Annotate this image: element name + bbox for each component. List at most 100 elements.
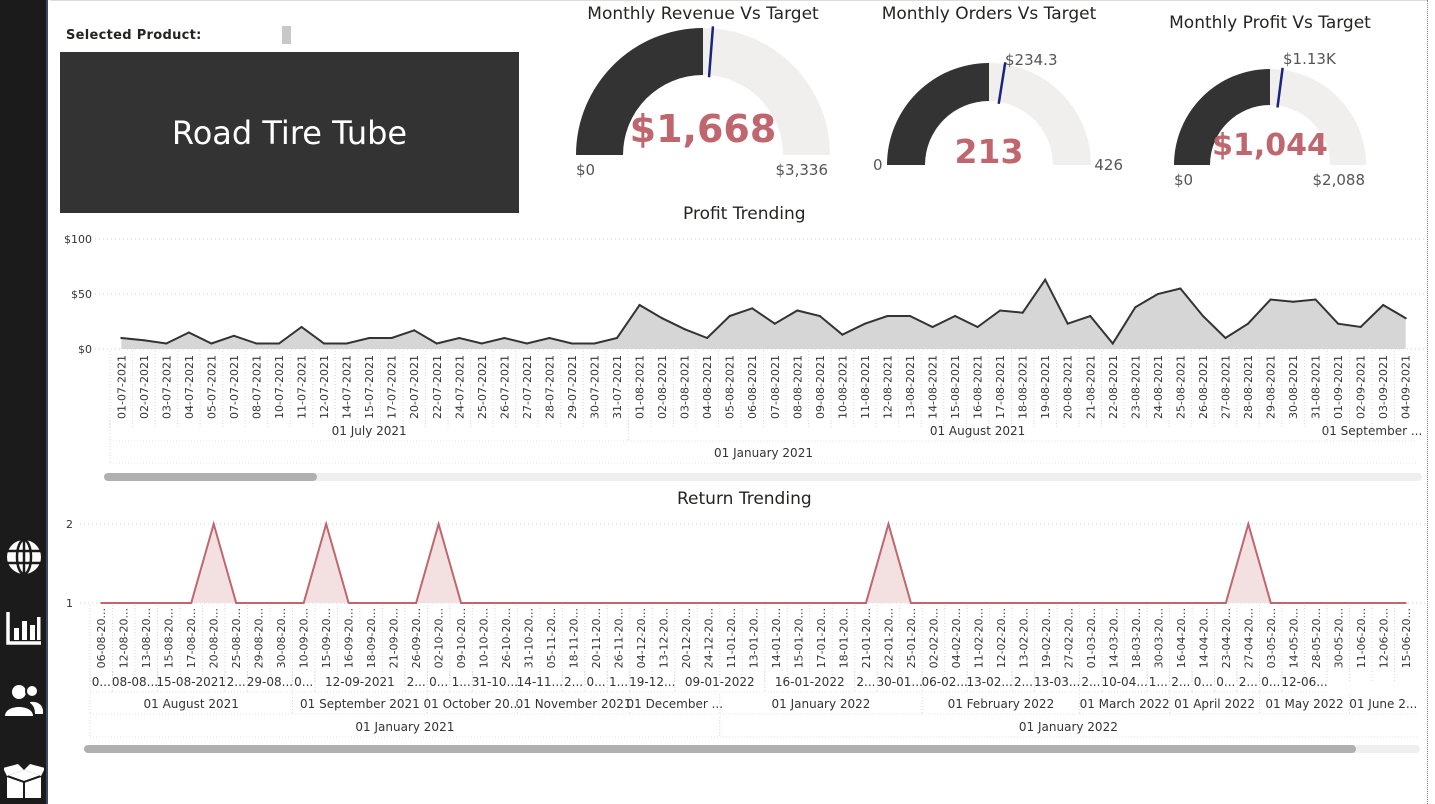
data-point	[302, 602, 305, 604]
data-point	[730, 602, 733, 604]
slicer-dropdown-handle[interactable]	[282, 26, 291, 44]
return-trending-title: Return Trending	[677, 489, 812, 509]
x-tick-label: 12-02-20...	[995, 608, 1008, 668]
data-point	[1202, 602, 1205, 604]
y-tick-label: 1	[66, 597, 73, 610]
data-point	[370, 602, 373, 604]
profit-gauge[interactable]: Monthly Profit Vs Target $1,044 $0 $2,08…	[1155, 0, 1420, 195]
x-tick-label: 20-07-2021	[408, 355, 421, 419]
x-group-label: 0...	[1194, 675, 1213, 689]
x-group-label: 2...	[564, 675, 583, 689]
x-tick-label: 12-07-2021	[318, 355, 331, 419]
data-point	[1246, 322, 1249, 325]
profit-chart-scroll-thumb[interactable]	[104, 473, 317, 481]
x-group-label: 2...	[1014, 675, 1033, 689]
box-icon[interactable]	[4, 762, 44, 802]
data-point	[345, 342, 348, 345]
gauge-max-label: 426	[1094, 156, 1123, 174]
data-point	[458, 337, 461, 339]
x-tick-label: 06-08-20...	[95, 608, 108, 668]
x-tick-label: 12-06-20...	[1377, 608, 1390, 668]
x-tick-label: 18-11-20...	[568, 608, 581, 668]
y-tick-label: $100	[64, 233, 92, 246]
return-trending-chart[interactable]: 1206-08-20... 12-08-20... 13-08-20... 15-08…	[50, 510, 1425, 742]
gauge-value: 213	[955, 132, 1024, 171]
x-group-label: 0...	[1261, 675, 1280, 689]
x-tick-label: 15-06-20...	[1400, 608, 1413, 668]
data-point	[482, 602, 485, 604]
x-tick-label: 15-09-20...	[320, 608, 333, 668]
x-tick-label: 14-01-20...	[770, 608, 783, 668]
data-point	[142, 339, 145, 342]
x-group-label: 01 April 2022	[1174, 697, 1255, 711]
x-tick-label: 20-12-20...	[680, 608, 693, 668]
x-group-label: 0...	[587, 675, 606, 689]
orders-gauge[interactable]: Monthly Orders Vs Target 213 0 426 $234.…	[865, 0, 1155, 190]
x-tick-label: 19-08-2021	[1039, 355, 1052, 419]
data-point	[167, 602, 170, 604]
x-tick-label: 11-01-20...	[725, 608, 738, 668]
gauge-title: Monthly Profit Vs Target	[1169, 13, 1371, 33]
bar-chart-icon[interactable]	[4, 608, 44, 648]
x-tick-label: 03-07-2021	[160, 355, 173, 419]
x-group-label: 01 October 20...	[424, 697, 522, 711]
data-point	[1269, 602, 1272, 604]
data-point	[1359, 326, 1362, 328]
data-point	[165, 342, 168, 345]
x-group-label: 2...	[1239, 675, 1258, 689]
x-tick-label: 02-09-2021	[1355, 355, 1368, 419]
data-point	[435, 342, 438, 345]
globe-icon[interactable]	[4, 537, 44, 577]
data-point	[1337, 602, 1340, 604]
data-point	[999, 602, 1002, 604]
data-point	[280, 602, 283, 604]
x-group-label: 2...	[227, 675, 246, 689]
data-point	[278, 342, 281, 345]
data-point	[841, 333, 844, 336]
x-tick-label: 16-08-2021	[972, 355, 985, 419]
x-group-label: 01 January 2021	[714, 446, 813, 460]
x-tick-label: 29-07-2021	[566, 355, 579, 419]
data-point	[122, 602, 125, 604]
return-chart-scrollbar[interactable]	[84, 745, 1420, 753]
users-icon[interactable]	[4, 680, 44, 720]
profit-trending-chart[interactable]: $0 $50 $100 01-07-2021 02-07-2021 03-07-2021 0…	[50, 225, 1425, 465]
x-tick-label: 11-07-2021	[296, 355, 309, 419]
profit-chart-scrollbar[interactable]	[104, 473, 1422, 481]
data-point	[548, 337, 551, 339]
data-point	[661, 317, 664, 320]
data-point	[1134, 602, 1137, 604]
data-point	[774, 602, 777, 604]
x-tick-label: 28-07-2021	[543, 355, 556, 419]
x-tick-label: 17-01-20...	[815, 608, 828, 668]
data-point	[1066, 322, 1069, 325]
data-point	[706, 337, 709, 339]
data-point	[886, 315, 889, 317]
x-tick-label: 22-08-2021	[1107, 355, 1120, 419]
x-group-label: 01 September ...	[1322, 424, 1423, 438]
x-tick-label: 13-08-20...	[140, 608, 153, 668]
revenue-gauge[interactable]: Monthly Revenue Vs Target $1,668 $0 $3,3…	[560, 0, 850, 190]
x-group-label: 12-06...	[1281, 675, 1327, 689]
gauge-value: $1,668	[630, 107, 777, 151]
x-group-label: 1...	[1149, 675, 1168, 689]
return-chart-scroll-thumb[interactable]	[84, 745, 1356, 753]
x-tick-label: 27-04-20...	[1242, 608, 1255, 668]
x-tick-label: 30-08-20...	[275, 608, 288, 668]
slicer-label: Selected Product:	[66, 28, 202, 43]
data-point	[1314, 602, 1317, 604]
x-tick-label: 07-07-2021	[228, 355, 241, 419]
gauge-target-label: $234.3	[1005, 51, 1058, 69]
x-tick-label: 06-08-2021	[746, 355, 759, 419]
x-group-label: 0...	[1216, 675, 1235, 689]
data-point	[1404, 317, 1407, 320]
data-point	[819, 602, 822, 604]
data-point	[190, 602, 193, 604]
data-point	[593, 342, 596, 345]
x-tick-label: 10-09-20...	[298, 608, 311, 668]
x-tick-label: 15-08-2021	[949, 355, 962, 419]
data-point	[1201, 315, 1204, 317]
x-group-label: 13-03...	[1034, 675, 1080, 689]
x-tick-label: 13-12-20...	[658, 608, 671, 668]
data-point	[909, 602, 912, 604]
